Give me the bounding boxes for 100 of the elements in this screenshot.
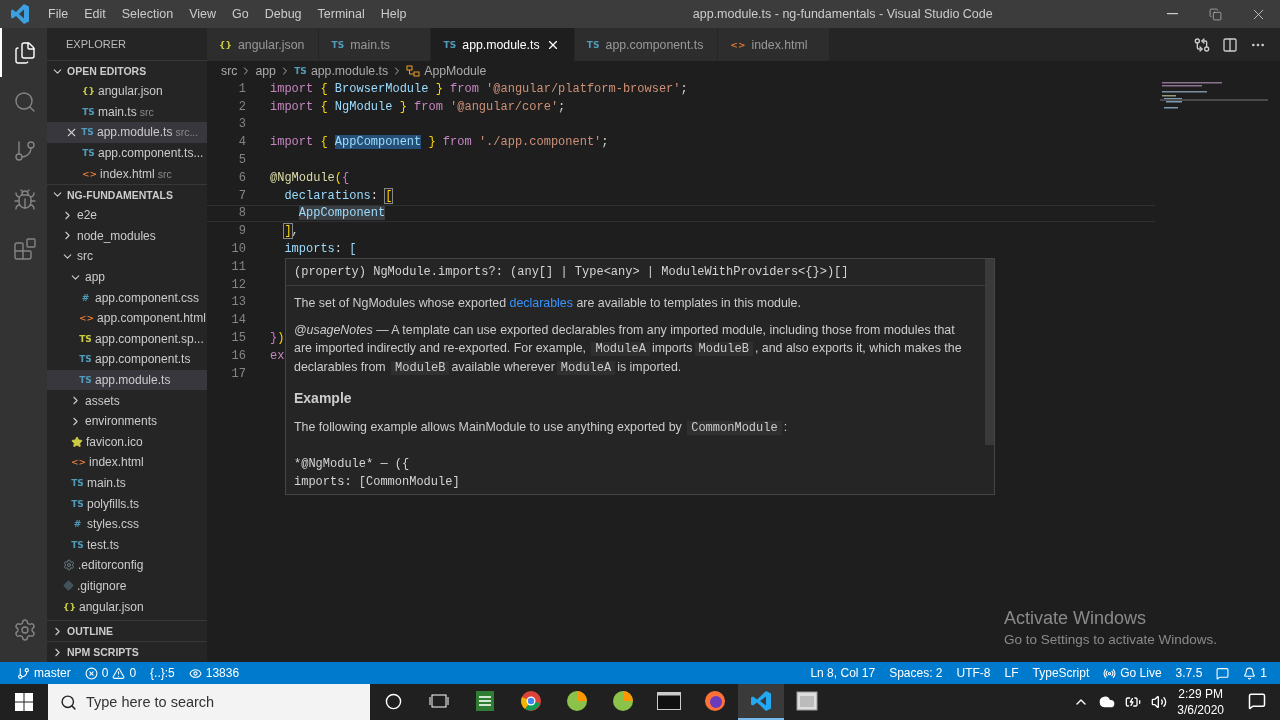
breadcrumb-item[interactable]: src [221,63,238,78]
breadcrumb-item[interactable]: TS app.module.ts [293,63,389,78]
open-editor-item[interactable]: <> index.html src [47,163,207,184]
breadcrumb-item[interactable]: app [255,63,276,78]
line-number: 11 [230,259,246,274]
activation-message: Go to Settings to activate Windows. [1004,632,1218,647]
status-item[interactable]: UTF-8 [949,662,998,684]
editor-tab[interactable]: TS main.ts [319,28,432,61]
file-type-icon: TS [82,148,95,159]
tree-item[interactable]: TS test.ts [47,534,207,556]
broadcast-icon [1103,666,1117,680]
breadcrumb-item[interactable]: AppModule [406,63,487,78]
minimize-icon [1167,13,1178,15]
file-type-icon: {} [63,601,76,612]
circle-icon [384,692,402,710]
line-number: 4 [237,135,246,150]
open-editor-item[interactable]: {} angular.json [47,81,207,102]
file-type-icon: TS [82,106,95,117]
status-item[interactable]: Ln 8, Col 17 [803,662,883,684]
open-editor-item[interactable]: TS main.ts src [47,101,207,123]
tree-item[interactable]: app [47,266,207,288]
file-type-icon: TS [293,65,307,76]
line-number: 16 [230,348,246,363]
file-type-icon: TS [79,333,92,344]
menu-item[interactable]: Selection [113,7,182,21]
tree-item[interactable]: .editorconfig [47,555,207,576]
status-item[interactable]: Spaces: 2 [882,662,950,684]
file-type-icon: TS [71,478,84,488]
branch-status[interactable]: master [10,662,78,684]
tree-item[interactable]: TS main.ts [47,472,207,494]
feedback-icon [1216,666,1230,680]
file-type-icon: <> [71,457,87,468]
branch-icon [17,666,30,680]
status-item[interactable]: {..}:5 [143,662,182,684]
status-item[interactable]: TypeScript [1025,662,1097,684]
menu-item[interactable]: View [181,7,224,21]
tree-item[interactable]: node_modules [47,225,207,247]
tree-item[interactable]: assets [47,390,207,411]
code-line: declarations: [ [283,188,393,203]
tree-item[interactable]: TS app.module.ts [47,369,207,391]
line-number: 17 [230,366,246,381]
line-number: 12 [230,277,246,292]
status-item[interactable]: 13836 [181,662,247,684]
menu-item[interactable]: Help [372,7,415,21]
tree-item[interactable]: <> index.html [47,452,207,473]
search-field[interactable]: Type here to search [48,684,370,720]
tree-item[interactable]: favicon.ico [47,431,207,453]
volume-icon[interactable] [1151,694,1168,710]
scrollbar[interactable] [985,259,994,445]
notifications-status[interactable]: 1 [1236,662,1274,684]
tree-item[interactable]: # styles.css [47,513,207,535]
tree-item[interactable]: TS app.component.sp... [47,328,207,350]
tree-item[interactable]: # app.component.css [47,287,207,308]
error-icon [84,666,98,680]
spreadsheet-icon [475,690,495,712]
terminal-icon [657,692,681,710]
code-line: import { BrowserModule } from '@angular/platform-browser'; [270,81,688,96]
open-editor-item[interactable]: TS app.module.ts src... [47,122,207,143]
declarables-link[interactable]: declarables [509,296,573,310]
tree-item[interactable]: environments [47,410,207,432]
problems-status[interactable]: 0 0 [77,662,144,684]
code-line: @NgModule({ [270,170,350,185]
status-item[interactable]: LF [997,662,1026,684]
line-number: 6 [237,170,246,185]
clock[interactable]: 2:29 PM 3/6/2020 [1169,686,1232,718]
tree-item[interactable]: <> app.component.html [47,307,207,329]
tree-item[interactable]: src [47,246,207,267]
tree-item[interactable]: TS polyfills.ts [47,493,207,514]
editor-tab[interactable]: <> index.html [718,28,831,61]
menu-item[interactable]: Debug [256,7,310,21]
restore-icon [1209,7,1222,21]
taskbar-app[interactable] [738,684,784,720]
split-editor-icon[interactable] [1222,36,1238,53]
editor-tab[interactable]: TS app.module.ts [431,28,575,61]
tree-item[interactable]: TS app.component.ts [47,349,207,370]
tree-item[interactable]: .gitignore [47,575,207,597]
round-app-icon [566,690,588,712]
tree-item[interactable]: {} angular.json [47,596,207,617]
editor-tab[interactable]: {} angular.json [207,28,320,61]
editor-tab[interactable]: TS app.component.ts [574,28,719,61]
speech-bubble-icon [1248,692,1266,710]
compare-icon[interactable] [1194,36,1210,53]
open-editor-item[interactable]: TS app.component.ts... [47,142,207,164]
menu-item[interactable]: Edit [76,7,114,21]
diamond-icon [63,580,74,592]
go-live-status[interactable]: Go Live [1096,662,1169,684]
code-line: }) [270,331,285,346]
line-number: 15 [230,331,246,346]
menu-item[interactable]: Terminal [309,7,373,21]
path-hint: src [139,105,154,118]
line-number: 8 [237,206,246,221]
menu-item[interactable]: Go [224,7,257,21]
gear-icon [63,559,75,572]
menu-item[interactable]: File [40,7,77,21]
cloud-icon[interactable] [1099,694,1116,710]
battery-icon[interactable] [1125,694,1142,710]
line-number: 3 [237,117,246,132]
tree-item[interactable]: e2e [47,204,207,226]
file-type-icon: TS [79,375,92,385]
status-item[interactable]: 3.7.5 [1168,662,1210,684]
